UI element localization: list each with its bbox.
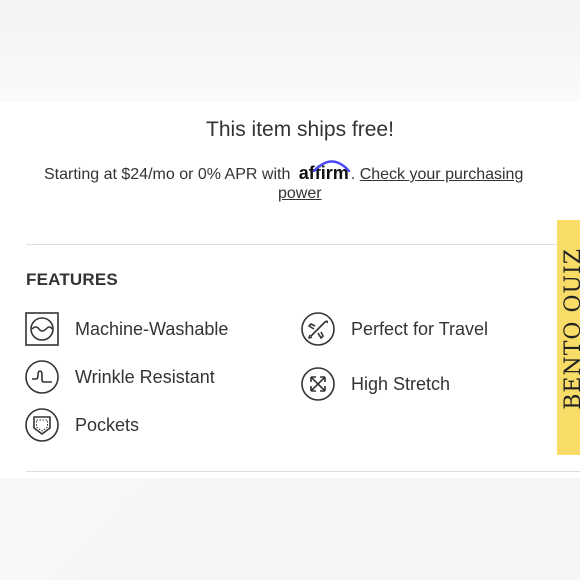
feature-label: Pockets bbox=[75, 414, 140, 435]
feature-machine-washable: Machine-Washable bbox=[25, 312, 228, 346]
page-background-top bbox=[0, 0, 580, 102]
divider-top bbox=[26, 244, 580, 245]
wrinkle-icon bbox=[25, 360, 59, 394]
purchasing-power-link[interactable]: Check your purchasing bbox=[360, 166, 524, 183]
bento-quiz-tab[interactable]: BENTO QUIZ bbox=[557, 220, 580, 455]
feature-label: Perfect for Travel bbox=[351, 318, 489, 339]
feature-pockets: Pockets bbox=[25, 408, 139, 442]
washing-machine-icon bbox=[25, 312, 59, 346]
feature-perfect-for-travel: Perfect for Travel bbox=[301, 312, 488, 346]
features-heading: FEATURES bbox=[26, 270, 118, 289]
page-background-bottom bbox=[0, 478, 580, 580]
bento-quiz-label: BENTO QUIZ bbox=[561, 248, 580, 410]
affirm-logo: affirm bbox=[299, 160, 350, 184]
divider-bottom bbox=[26, 471, 580, 472]
pocket-icon bbox=[25, 408, 59, 442]
feature-wrinkle-resistant: Wrinkle Resistant bbox=[25, 360, 215, 394]
feature-high-stretch: High Stretch bbox=[301, 367, 450, 401]
financing-line: Starting at $24/mo or 0% APR with affirm… bbox=[44, 160, 564, 185]
purchasing-power-link-continued[interactable]: power bbox=[278, 185, 322, 203]
affirm-arc-icon bbox=[312, 160, 350, 172]
airplane-icon bbox=[301, 312, 335, 346]
financing-text: Starting at $24/mo or 0% APR with bbox=[44, 166, 291, 183]
free-shipping-text: This item ships free! bbox=[206, 118, 394, 141]
feature-label: High Stretch bbox=[351, 373, 451, 394]
stretch-arrows-icon bbox=[301, 367, 335, 401]
feature-label: Machine-Washable bbox=[75, 318, 229, 339]
feature-label: Wrinkle Resistant bbox=[75, 366, 215, 387]
